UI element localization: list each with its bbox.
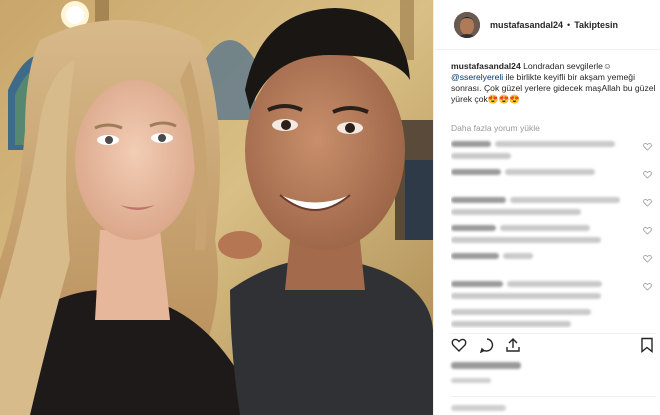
comments-list	[451, 138, 656, 328]
caption-username[interactable]: mustafasandal24	[451, 61, 521, 71]
comment-like-icon[interactable]	[643, 198, 652, 207]
load-more-comments[interactable]: Daha fazla yorum yükle	[451, 123, 540, 133]
comment-like-icon[interactable]	[643, 170, 652, 179]
comment-item	[451, 194, 656, 222]
comment-icon[interactable]	[479, 337, 495, 353]
comment-item	[451, 278, 656, 306]
post-header: mustafasandal24 • Takiptesin	[434, 0, 660, 50]
caption-mention[interactable]: @sserelyereli	[451, 72, 503, 82]
separator-dot: •	[567, 19, 571, 30]
bookmark-icon[interactable]	[639, 337, 655, 353]
comment-item	[451, 306, 656, 328]
post-date-blurred	[451, 378, 491, 383]
like-count-blurred	[451, 362, 521, 369]
comment-like-icon[interactable]	[643, 254, 652, 263]
post-actions	[451, 333, 656, 355]
comment-item	[451, 166, 656, 194]
follow-status[interactable]: Takiptesin	[574, 20, 618, 30]
post-sidebar: mustafasandal24 • Takiptesin mustafasand…	[433, 0, 660, 415]
share-icon[interactable]	[505, 337, 521, 353]
avatar[interactable]	[454, 11, 480, 38]
caption-text-start: Londradan sevgilerle☺	[520, 61, 612, 71]
comment-item	[451, 250, 656, 278]
selfie-image	[0, 0, 433, 415]
post-caption: mustafasandal24 Londradan sevgilerle☺ @s…	[451, 61, 656, 105]
comment-like-icon[interactable]	[643, 142, 652, 151]
divider	[451, 396, 656, 397]
post-username[interactable]: mustafasandal24	[490, 20, 563, 30]
heart-icon[interactable]	[451, 337, 467, 353]
add-comment-input[interactable]	[451, 405, 506, 411]
comment-item	[451, 138, 656, 166]
comment-item	[451, 222, 656, 250]
comment-like-icon[interactable]	[643, 226, 652, 235]
post-photo[interactable]	[0, 0, 433, 415]
comment-like-icon[interactable]	[643, 282, 652, 291]
